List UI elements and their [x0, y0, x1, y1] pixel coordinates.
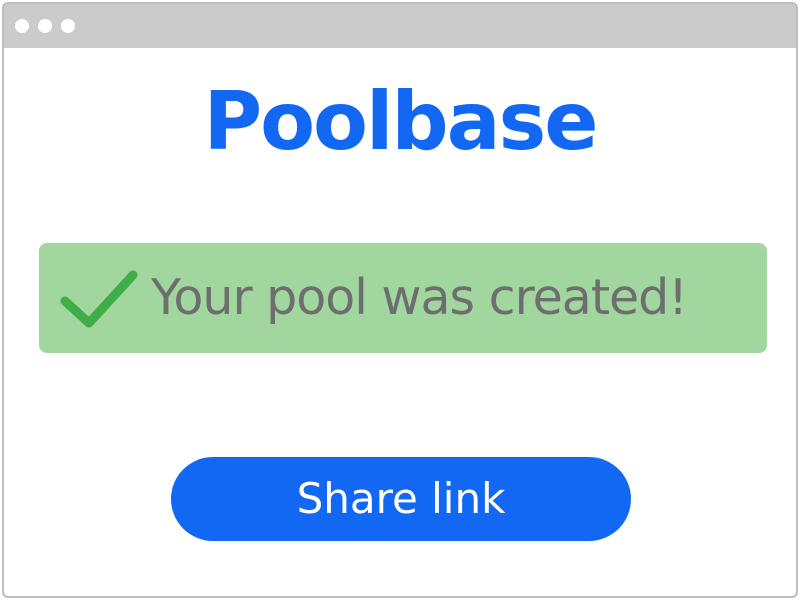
window-control-dot-icon[interactable] [38, 19, 52, 33]
success-message: Your pool was created! [151, 269, 688, 326]
window-titlebar [4, 4, 796, 48]
app-logo: Poolbase [203, 75, 598, 168]
browser-window: Poolbase Your pool was created! Share li… [2, 2, 798, 598]
window-control-dot-icon[interactable] [15, 19, 29, 33]
share-link-button[interactable]: Share link [171, 457, 631, 541]
window-control-dot-icon[interactable] [61, 19, 75, 33]
checkmark-icon [60, 270, 138, 328]
success-alert: Your pool was created! [39, 243, 767, 353]
